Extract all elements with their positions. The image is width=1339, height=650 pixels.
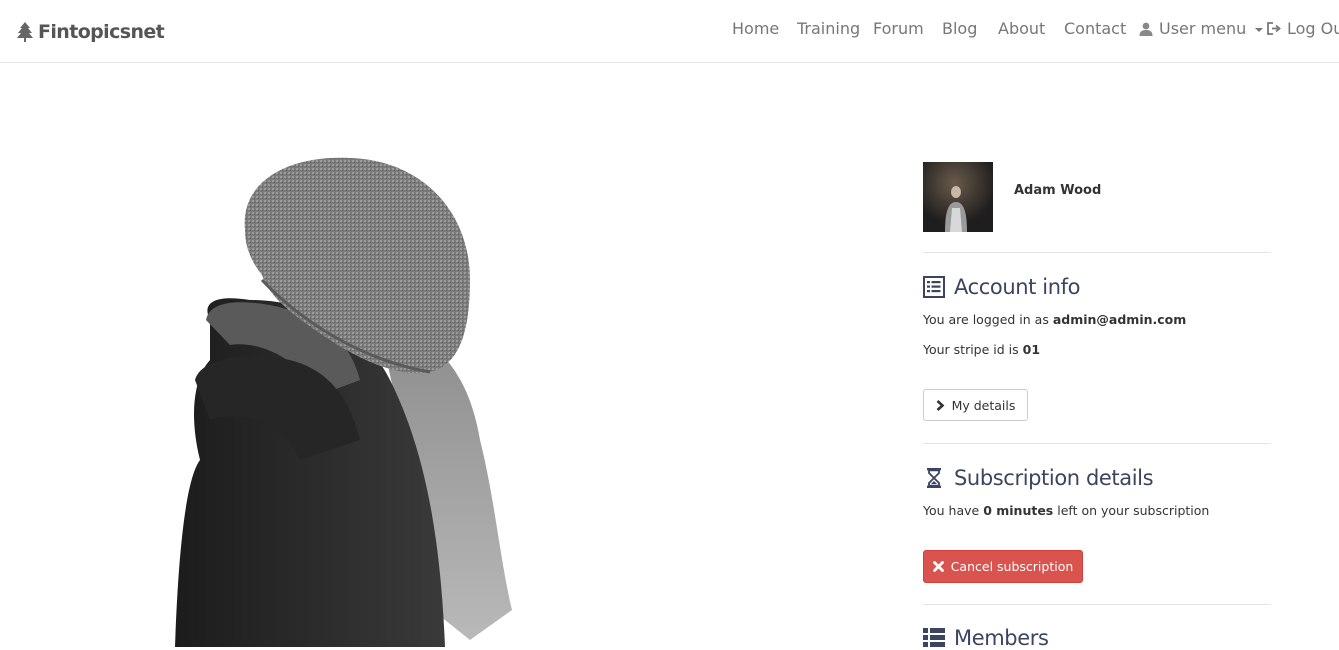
logged-in-prefix: You are logged in as (923, 312, 1049, 327)
nav-blog[interactable]: Blog (942, 19, 977, 38)
account-info-title: Account info (954, 275, 1081, 299)
chevron-right-icon (936, 399, 945, 411)
top-navbar: Fintopicsnet Home Training Forum Blog Ab… (0, 0, 1339, 63)
user-name: Adam Wood (1014, 183, 1102, 198)
user-icon (1139, 22, 1153, 36)
nav-logout[interactable]: Log Out (1267, 19, 1339, 38)
brand-logo[interactable]: Fintopicsnet (16, 19, 165, 45)
hero-illustration (175, 157, 512, 647)
logout-icon (1267, 22, 1281, 35)
nav-home[interactable]: Home (732, 19, 779, 38)
stripe-id-value: 01 (1022, 342, 1041, 357)
close-icon (932, 561, 944, 572)
members-heading: Members (923, 626, 1049, 650)
logged-in-text: You are logged in as admin@admin.com (923, 312, 1186, 327)
subscription-title: Subscription details (954, 466, 1154, 490)
subscription-remaining-text: You have 0 minutes left on your subscrip… (923, 503, 1209, 518)
divider (923, 252, 1271, 253)
caret-down-icon (1255, 27, 1264, 32)
nav-contact[interactable]: Contact (1064, 19, 1126, 38)
user-menu-label: User menu (1159, 19, 1247, 38)
nav-forum[interactable]: Forum (873, 19, 924, 38)
th-list-icon (923, 628, 945, 647)
hero-image (0, 63, 900, 647)
subscription-suffix: left on your subscription (1057, 503, 1210, 518)
nav-user-menu[interactable]: User menu (1139, 19, 1264, 38)
divider (923, 443, 1271, 444)
stripe-id-text: Your stripe id is 01 (923, 342, 1040, 357)
nav-training[interactable]: Training (797, 19, 860, 38)
my-details-button[interactable]: My details (923, 389, 1028, 421)
profile-header: Adam Wood (923, 162, 1271, 232)
hourglass-icon (927, 468, 941, 488)
my-details-label: My details (951, 397, 1016, 413)
cancel-subscription-label: Cancel subscription (950, 559, 1074, 574)
brand-name: Fintopicsnet (38, 21, 165, 43)
avatar[interactable] (923, 162, 993, 232)
account-info-heading: Account info (923, 275, 1080, 299)
list-alt-icon (923, 276, 945, 298)
avatar-photo (923, 162, 993, 232)
tree-icon (17, 22, 33, 42)
nav-about[interactable]: About (998, 19, 1045, 38)
divider (923, 604, 1271, 605)
members-title: Members (954, 626, 1049, 650)
logout-label: Log Out (1287, 19, 1339, 38)
subscription-remaining: 0 minutes (983, 503, 1054, 518)
subscription-prefix: You have (923, 503, 980, 518)
cancel-subscription-button[interactable]: Cancel subscription (923, 550, 1083, 583)
account-email: admin@admin.com (1052, 312, 1187, 327)
subscription-heading: Subscription details (923, 466, 1154, 490)
stripe-id-prefix: Your stripe id is (923, 342, 1019, 357)
